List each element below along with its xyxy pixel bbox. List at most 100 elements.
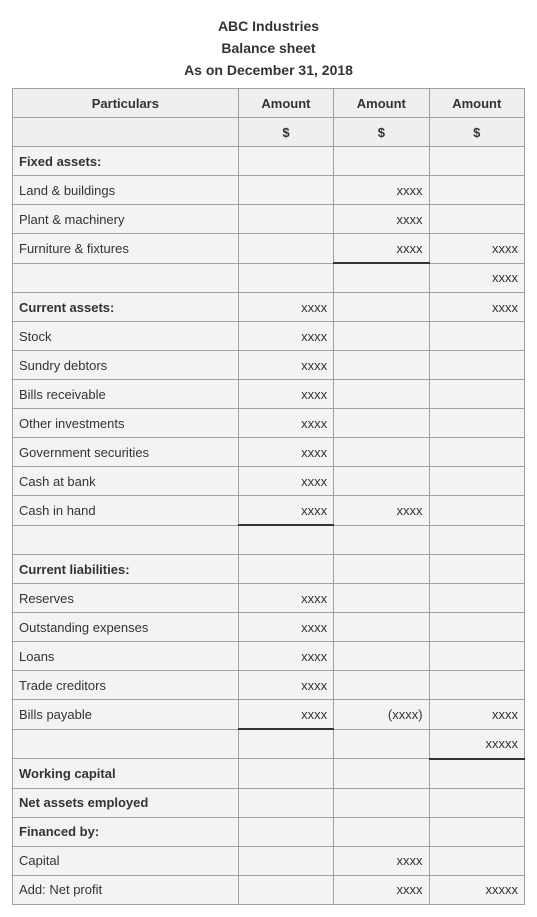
section-fixed-assets: Fixed assets:: [13, 147, 525, 176]
row-label: Capital: [13, 846, 239, 875]
section-title: Financed by:: [13, 817, 239, 846]
cell: [334, 467, 429, 496]
as-on-date: As on December 31, 2018: [12, 62, 525, 78]
cell: [334, 147, 429, 176]
cell: xxxx: [334, 496, 429, 526]
cell: [429, 817, 524, 846]
cell: [238, 759, 333, 789]
section-title: Fixed assets:: [13, 147, 239, 176]
cell: [334, 351, 429, 380]
cell: (xxxx): [334, 700, 429, 730]
section-title: Current liabilities:: [13, 555, 239, 584]
cell: [238, 263, 333, 293]
cell: xxxx: [429, 293, 524, 322]
document-header: ABC Industries Balance sheet As on Decem…: [12, 18, 525, 78]
cell: [238, 176, 333, 205]
cell: xxxx: [238, 409, 333, 438]
document-type: Balance sheet: [12, 40, 525, 56]
cell: [334, 380, 429, 409]
cell: [238, 875, 333, 904]
header-row: Particulars Amount Amount Amount: [13, 89, 525, 118]
cell: [238, 525, 333, 555]
row-label: Bills receivable: [13, 380, 239, 409]
row-label: Cash at bank: [13, 467, 239, 496]
cell: [429, 788, 524, 817]
row-label: Land & buildings: [13, 176, 239, 205]
cell: xxxx: [429, 263, 524, 293]
cell: [13, 729, 239, 759]
cell: xxxx: [238, 351, 333, 380]
cell: [334, 671, 429, 700]
table-row: Add: Net profit xxxx xxxxx: [13, 875, 525, 904]
cell: [334, 525, 429, 555]
cell: [334, 788, 429, 817]
cell: xxxx: [334, 234, 429, 264]
cell: [238, 729, 333, 759]
cell: [13, 263, 239, 293]
company-name: ABC Industries: [12, 18, 525, 34]
cell: [238, 846, 333, 875]
subtotal-row: xxxxx: [13, 729, 525, 759]
row-label: Other investments: [13, 409, 239, 438]
row-label: Add: Net profit: [13, 875, 239, 904]
cell: xxxx: [238, 380, 333, 409]
table-row: Sundry debtors xxxx: [13, 351, 525, 380]
cell: [334, 263, 429, 293]
cell: xxxxx: [429, 875, 524, 904]
cell: [429, 846, 524, 875]
cell: [429, 759, 524, 789]
row-label: Stock: [13, 322, 239, 351]
table-row: Bills payable xxxx (xxxx) xxxx: [13, 700, 525, 730]
cell: [334, 438, 429, 467]
cell: [429, 322, 524, 351]
row-label: Reserves: [13, 584, 239, 613]
table-row: Reserves xxxx: [13, 584, 525, 613]
cell: [334, 409, 429, 438]
cell: xxxx: [429, 700, 524, 730]
cell: [334, 729, 429, 759]
cell: [429, 613, 524, 642]
cell: [334, 642, 429, 671]
table-row: Capital xxxx: [13, 846, 525, 875]
cell: [429, 642, 524, 671]
col-amount-3: Amount: [429, 89, 524, 118]
table-row: Other investments xxxx: [13, 409, 525, 438]
currency-blank: [13, 118, 239, 147]
row-label: Loans: [13, 642, 239, 671]
cell: [429, 147, 524, 176]
cell: [334, 613, 429, 642]
table-row: Bills receivable xxxx: [13, 380, 525, 409]
cell: xxxx: [238, 293, 333, 322]
row-label: Trade creditors: [13, 671, 239, 700]
cell: [238, 788, 333, 817]
table-row: Outstanding expenses xxxx: [13, 613, 525, 642]
cell: [429, 351, 524, 380]
cell: [334, 759, 429, 789]
table-row: Cash at bank xxxx: [13, 467, 525, 496]
cell: [429, 525, 524, 555]
cell: [334, 817, 429, 846]
table-row: Trade creditors xxxx: [13, 671, 525, 700]
row-label: Working capital: [13, 759, 239, 789]
col-amount-2: Amount: [334, 89, 429, 118]
cell: [429, 176, 524, 205]
net-assets-row: Net assets employed: [13, 788, 525, 817]
currency-3: $: [429, 118, 524, 147]
row-label: Bills payable: [13, 700, 239, 730]
cell: [238, 234, 333, 264]
cell: xxxx: [238, 671, 333, 700]
cell: [13, 525, 239, 555]
cell: [334, 322, 429, 351]
table-row: Stock xxxx: [13, 322, 525, 351]
working-capital-row: Working capital: [13, 759, 525, 789]
currency-1: $: [238, 118, 333, 147]
cell: [429, 671, 524, 700]
cell: [429, 584, 524, 613]
cell: [429, 555, 524, 584]
table-row: Loans xxxx: [13, 642, 525, 671]
table-row: Plant & machinery xxxx: [13, 205, 525, 234]
section-current-liabilities: Current liabilities:: [13, 555, 525, 584]
cell: xxxx: [334, 875, 429, 904]
currency-2: $: [334, 118, 429, 147]
cell: [429, 496, 524, 526]
